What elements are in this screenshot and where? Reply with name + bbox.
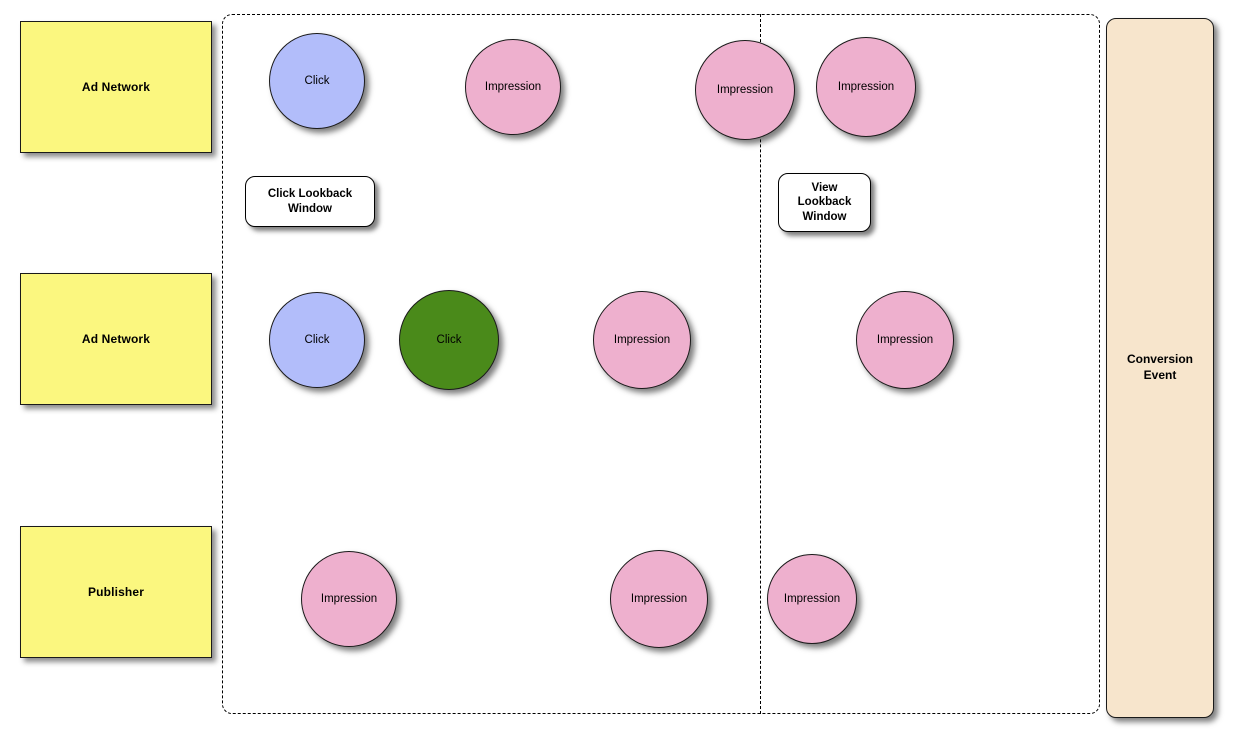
- actor-label: Ad Network: [81, 79, 151, 94]
- event-node-event-impression-7[interactable]: Impression: [610, 550, 708, 648]
- event-node-event-impression-5[interactable]: Impression: [856, 291, 954, 389]
- actor-box-ad-network-1: Ad Network: [20, 21, 212, 153]
- conversion-event-label: Conversion Event: [1126, 352, 1193, 382]
- diagram-canvas: Ad Network Ad Network Publisher Click Impres…: [0, 0, 1234, 741]
- event-label: Click: [436, 333, 462, 346]
- event-label: Impression: [837, 80, 895, 93]
- conversion-event-box: Conversion Event: [1106, 18, 1214, 718]
- event-node-event-click-1[interactable]: Click: [269, 33, 365, 129]
- event-label: Impression: [613, 333, 671, 346]
- event-node-event-click-2[interactable]: Click: [269, 292, 365, 388]
- window-box-click-lookback-window: Click Lookback Window: [245, 176, 375, 227]
- event-node-event-impression-8[interactable]: Impression: [767, 554, 857, 644]
- event-node-event-impression-3[interactable]: Impression: [816, 37, 916, 137]
- event-label: Impression: [320, 592, 378, 605]
- window-label: Click Lookback Window: [267, 188, 353, 215]
- actor-box-ad-network-2: Ad Network: [20, 273, 212, 405]
- event-label: Click: [304, 333, 330, 346]
- event-node-event-click-3[interactable]: Click: [399, 290, 499, 390]
- window-label: View Lookback Window: [797, 182, 852, 223]
- event-label: Impression: [876, 333, 934, 346]
- event-label: Impression: [630, 592, 688, 605]
- event-node-event-impression-6[interactable]: Impression: [301, 551, 397, 647]
- event-node-event-impression-1[interactable]: Impression: [465, 39, 561, 135]
- event-label: Impression: [716, 83, 774, 96]
- event-node-event-impression-2[interactable]: Impression: [695, 40, 795, 140]
- actor-label: Ad Network: [81, 331, 151, 346]
- event-node-event-impression-4[interactable]: Impression: [593, 291, 691, 389]
- actor-label: Publisher: [87, 584, 145, 599]
- event-label: Impression: [484, 80, 542, 93]
- event-label: Click: [304, 74, 330, 87]
- event-label: Impression: [783, 592, 841, 605]
- window-box-view-lookback-window: View Lookback Window: [778, 173, 871, 232]
- actor-box-publisher: Publisher: [20, 526, 212, 658]
